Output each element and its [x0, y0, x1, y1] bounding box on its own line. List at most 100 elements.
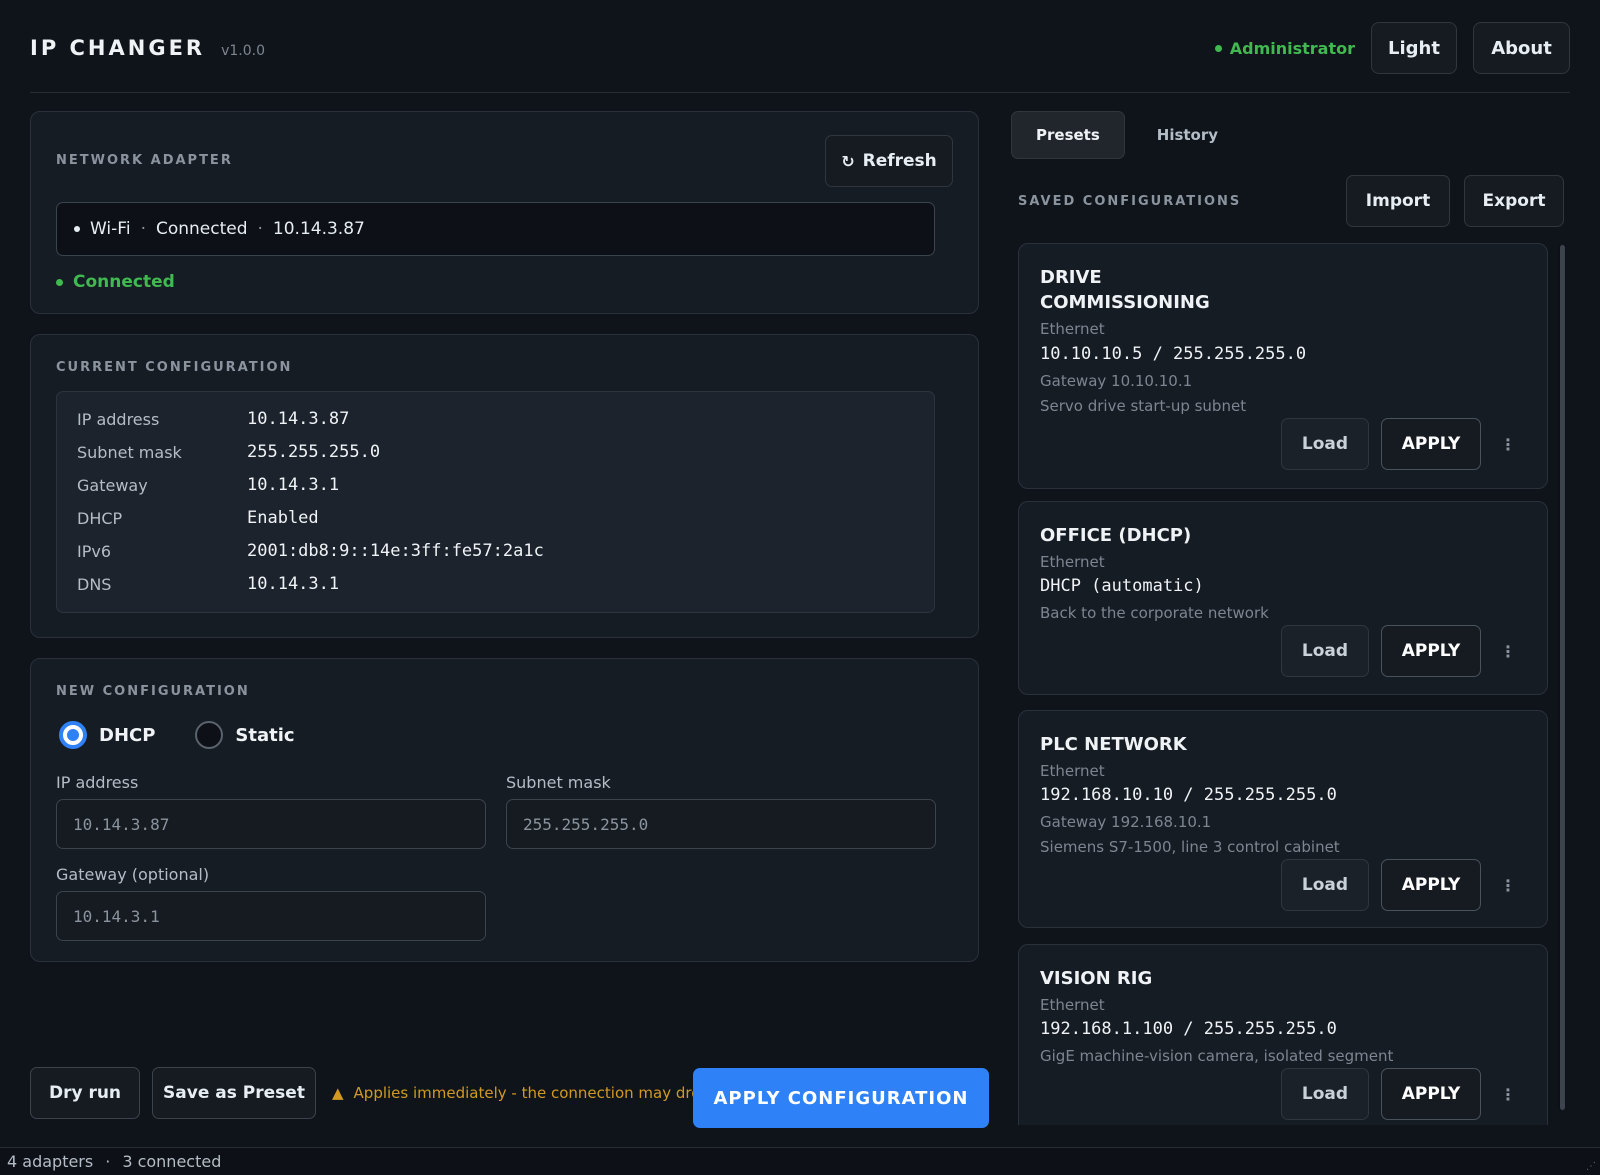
refresh-button[interactable]: ↻ Refresh	[825, 135, 953, 187]
brand: IP CHANGER v1.0.0	[30, 36, 265, 60]
config-key: IP address	[77, 409, 160, 429]
preset-load-button[interactable]: Load	[1281, 859, 1369, 911]
tab-presets[interactable]: Presets	[1011, 111, 1125, 159]
mode-dhcp-label: DHCP	[99, 724, 156, 746]
preset-address: 10.10.10.5 / 255.255.255.0	[1040, 344, 1307, 364]
subnet-mask-input[interactable]: 255.255.255.0	[506, 799, 936, 849]
network-adapter-label: NETWORK ADAPTER	[56, 153, 233, 168]
mode-radio-group: DHCP Static	[59, 721, 295, 749]
preset-name: VISION RIG	[1040, 968, 1153, 989]
preset-actions: Load APPLY ⋮	[1281, 1068, 1523, 1120]
gateway-field-label: Gateway (optional)	[56, 865, 210, 884]
export-button[interactable]: Export	[1464, 175, 1564, 227]
adapter-separator: ·	[257, 219, 263, 239]
app-version: v1.0.0	[221, 43, 266, 59]
preset-scrollbar-thumb[interactable]	[1560, 245, 1565, 1110]
preset-apply-button[interactable]: APPLY	[1381, 625, 1481, 677]
resize-grip-icon[interactable]: ⋰	[1586, 1161, 1596, 1172]
preset-io-actions: Import Export	[1346, 175, 1564, 227]
config-key: DHCP	[77, 508, 123, 528]
preset-type: Ethernet	[1040, 762, 1105, 780]
preset-card: OFFICE (DHCP) Ethernet DHCP (automatic) …	[1018, 501, 1548, 695]
mode-static-radio[interactable]: Static	[195, 721, 295, 749]
status-separator: ·	[105, 1152, 111, 1171]
tab-history[interactable]: History	[1133, 111, 1242, 159]
new-configuration-label: NEW CONFIGURATION	[56, 684, 250, 699]
preset-card: PLC NETWORK Ethernet 192.168.10.10 / 255…	[1018, 710, 1548, 928]
config-key: IPv6	[77, 541, 112, 561]
gateway-input[interactable]: 10.14.3.1	[56, 891, 486, 941]
app-title: IP CHANGER	[30, 36, 206, 60]
adapter-bullet-icon	[74, 226, 80, 232]
preset-type: Ethernet	[1040, 996, 1105, 1014]
config-value: 10.14.3.1	[247, 475, 340, 495]
preset-address: 192.168.10.10 / 255.255.255.0	[1040, 785, 1337, 805]
more-options-icon[interactable]: ⋮	[1493, 1085, 1523, 1104]
theme-toggle-button[interactable]: Light	[1371, 22, 1457, 74]
config-value: Enabled	[247, 508, 319, 528]
ip-address-input[interactable]: 10.14.3.87	[56, 799, 486, 849]
preset-address: DHCP (automatic)	[1040, 576, 1204, 596]
preset-card: VISION RIG Ethernet 192.168.1.100 / 255.…	[1018, 944, 1548, 1125]
config-value: 2001:db8:9::14e:3ff:fe57:2a1c	[247, 541, 544, 561]
more-options-icon[interactable]: ⋮	[1493, 435, 1523, 454]
saved-configurations-label: SAVED CONFIGURATIONS	[1018, 194, 1242, 209]
adapter-ip: 10.14.3.87	[272, 219, 365, 239]
ip-field-label: IP address	[56, 773, 139, 792]
preset-actions: Load APPLY ⋮	[1281, 418, 1523, 470]
preset-note: Back to the corporate network	[1040, 604, 1269, 622]
config-row-ip: IP address 10.14.3.87	[77, 404, 349, 434]
preset-load-button[interactable]: Load	[1281, 418, 1369, 470]
config-row-dns: DNS 10.14.3.1	[77, 569, 339, 599]
preset-card: DRIVE COMMISSIONING Ethernet 10.10.10.5 …	[1018, 243, 1548, 489]
subnet-field-label: Subnet mask	[506, 773, 611, 792]
preset-type: Ethernet	[1040, 320, 1105, 338]
preset-apply-button[interactable]: APPLY	[1381, 418, 1481, 470]
current-configuration-card: CURRENT CONFIGURATION IP address 10.14.3…	[30, 334, 979, 638]
preset-apply-button[interactable]: APPLY	[1381, 1068, 1481, 1120]
apply-warning: ▲ Applies immediately - the connection m…	[332, 1084, 710, 1102]
current-configuration-label: CURRENT CONFIGURATION	[56, 360, 293, 375]
refresh-label: Refresh	[862, 151, 937, 171]
header-divider	[30, 92, 1570, 93]
config-value: 255.255.255.0	[247, 442, 381, 462]
config-row-gateway: Gateway 10.14.3.1	[77, 470, 339, 500]
adapter-status-label: Connected	[73, 272, 175, 292]
more-options-icon[interactable]: ⋮	[1493, 642, 1523, 661]
action-bar: Dry run Save as Preset ▲ Applies immedia…	[30, 1067, 710, 1119]
preset-load-button[interactable]: Load	[1281, 625, 1369, 677]
preset-name: PLC NETWORK	[1040, 734, 1187, 755]
config-row-dhcp: DHCP Enabled	[77, 503, 319, 533]
mode-dhcp-radio[interactable]: DHCP	[59, 721, 155, 749]
config-key: Subnet mask	[77, 442, 182, 462]
config-value: 10.14.3.1	[247, 574, 340, 594]
import-button[interactable]: Import	[1346, 175, 1450, 227]
config-row-ipv6: IPv6 2001:db8:9::14e:3ff:fe57:2a1c	[77, 536, 544, 566]
adapter-status: Connected	[56, 272, 175, 292]
dry-run-button[interactable]: Dry run	[30, 1067, 140, 1119]
preset-gateway: Gateway 10.10.10.1	[1040, 372, 1193, 390]
preset-load-button[interactable]: Load	[1281, 1068, 1369, 1120]
preset-address: 192.168.1.100 / 255.255.255.0	[1040, 1019, 1337, 1039]
header-actions: Administrator Light About	[1214, 22, 1570, 74]
adapter-select[interactable]: Wi-Fi · Connected · 10.14.3.87	[56, 202, 935, 256]
warning-icon: ▲	[332, 1084, 344, 1102]
radio-selected-icon	[59, 721, 87, 749]
preset-name: OFFICE (DHCP)	[1040, 525, 1192, 546]
preset-note: Siemens S7-1500, line 3 control cabinet	[1040, 838, 1340, 856]
mode-static-label: Static	[235, 724, 295, 746]
about-button[interactable]: About	[1473, 22, 1570, 74]
save-preset-button[interactable]: Save as Preset	[152, 1067, 316, 1119]
adapter-state: Connected	[155, 219, 248, 239]
preset-actions: Load APPLY ⋮	[1281, 625, 1523, 677]
status-dot-icon	[56, 278, 63, 286]
preset-name: DRIVE COMMISSIONING	[1040, 267, 1210, 313]
network-adapter-card: NETWORK ADAPTER ↻ Refresh Wi-Fi · Connec…	[30, 111, 979, 314]
more-options-icon[interactable]: ⋮	[1493, 876, 1523, 895]
config-key: Gateway	[77, 475, 148, 495]
config-row-subnet: Subnet mask 255.255.255.0	[77, 437, 380, 467]
role-label: Administrator	[1229, 38, 1355, 58]
preset-gateway: Gateway 192.168.10.1	[1040, 813, 1212, 831]
apply-configuration-button[interactable]: APPLY CONFIGURATION	[693, 1068, 989, 1128]
preset-apply-button[interactable]: APPLY	[1381, 859, 1481, 911]
